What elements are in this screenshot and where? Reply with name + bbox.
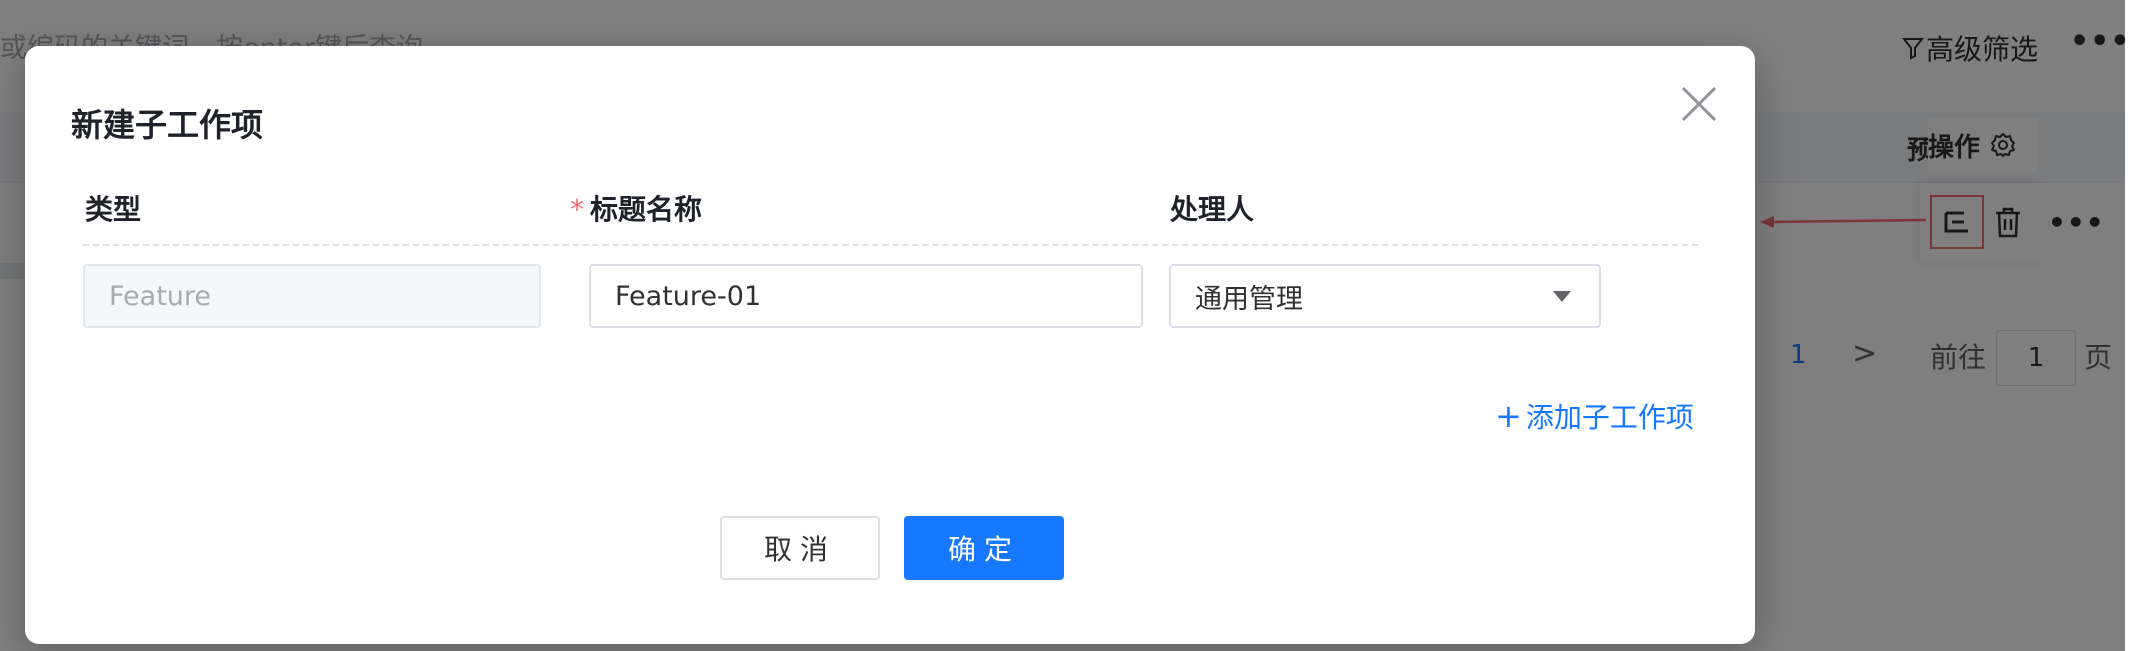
header-divider xyxy=(83,244,1698,246)
assignee-select[interactable]: 通用管理 xyxy=(1169,264,1601,328)
plus-icon: + xyxy=(1495,397,1522,435)
column-header-title-label: 标题名称 xyxy=(590,193,703,226)
type-field: Feature xyxy=(83,264,541,328)
required-mark: * xyxy=(570,193,584,226)
column-header-assignee: 处理人 xyxy=(1170,193,1255,226)
add-sub-work-item-link[interactable]: + 添加子工作项 xyxy=(1495,396,1694,436)
add-sub-work-item-label: 添加子工作项 xyxy=(1525,401,1694,434)
new-sub-work-item-dialog: 新建子工作项 类型 * 标题名称 处理人 Feature Feature-01 通… xyxy=(25,46,1755,644)
caret-down-icon xyxy=(1553,291,1571,302)
confirm-button[interactable]: 确定 xyxy=(904,516,1064,580)
type-field-value: Feature xyxy=(109,280,212,312)
close-icon[interactable] xyxy=(1677,82,1721,126)
assignee-select-value: 通用管理 xyxy=(1195,283,1303,315)
column-header-type: 类型 xyxy=(85,193,142,226)
column-header-title: * 标题名称 xyxy=(570,188,702,228)
title-input[interactable]: Feature-01 xyxy=(589,264,1143,328)
dialog-title: 新建子工作项 xyxy=(71,106,264,144)
title-input-value: Feature-01 xyxy=(615,280,762,312)
page-edge xyxy=(2125,0,2151,651)
cancel-button[interactable]: 取消 xyxy=(720,516,880,580)
